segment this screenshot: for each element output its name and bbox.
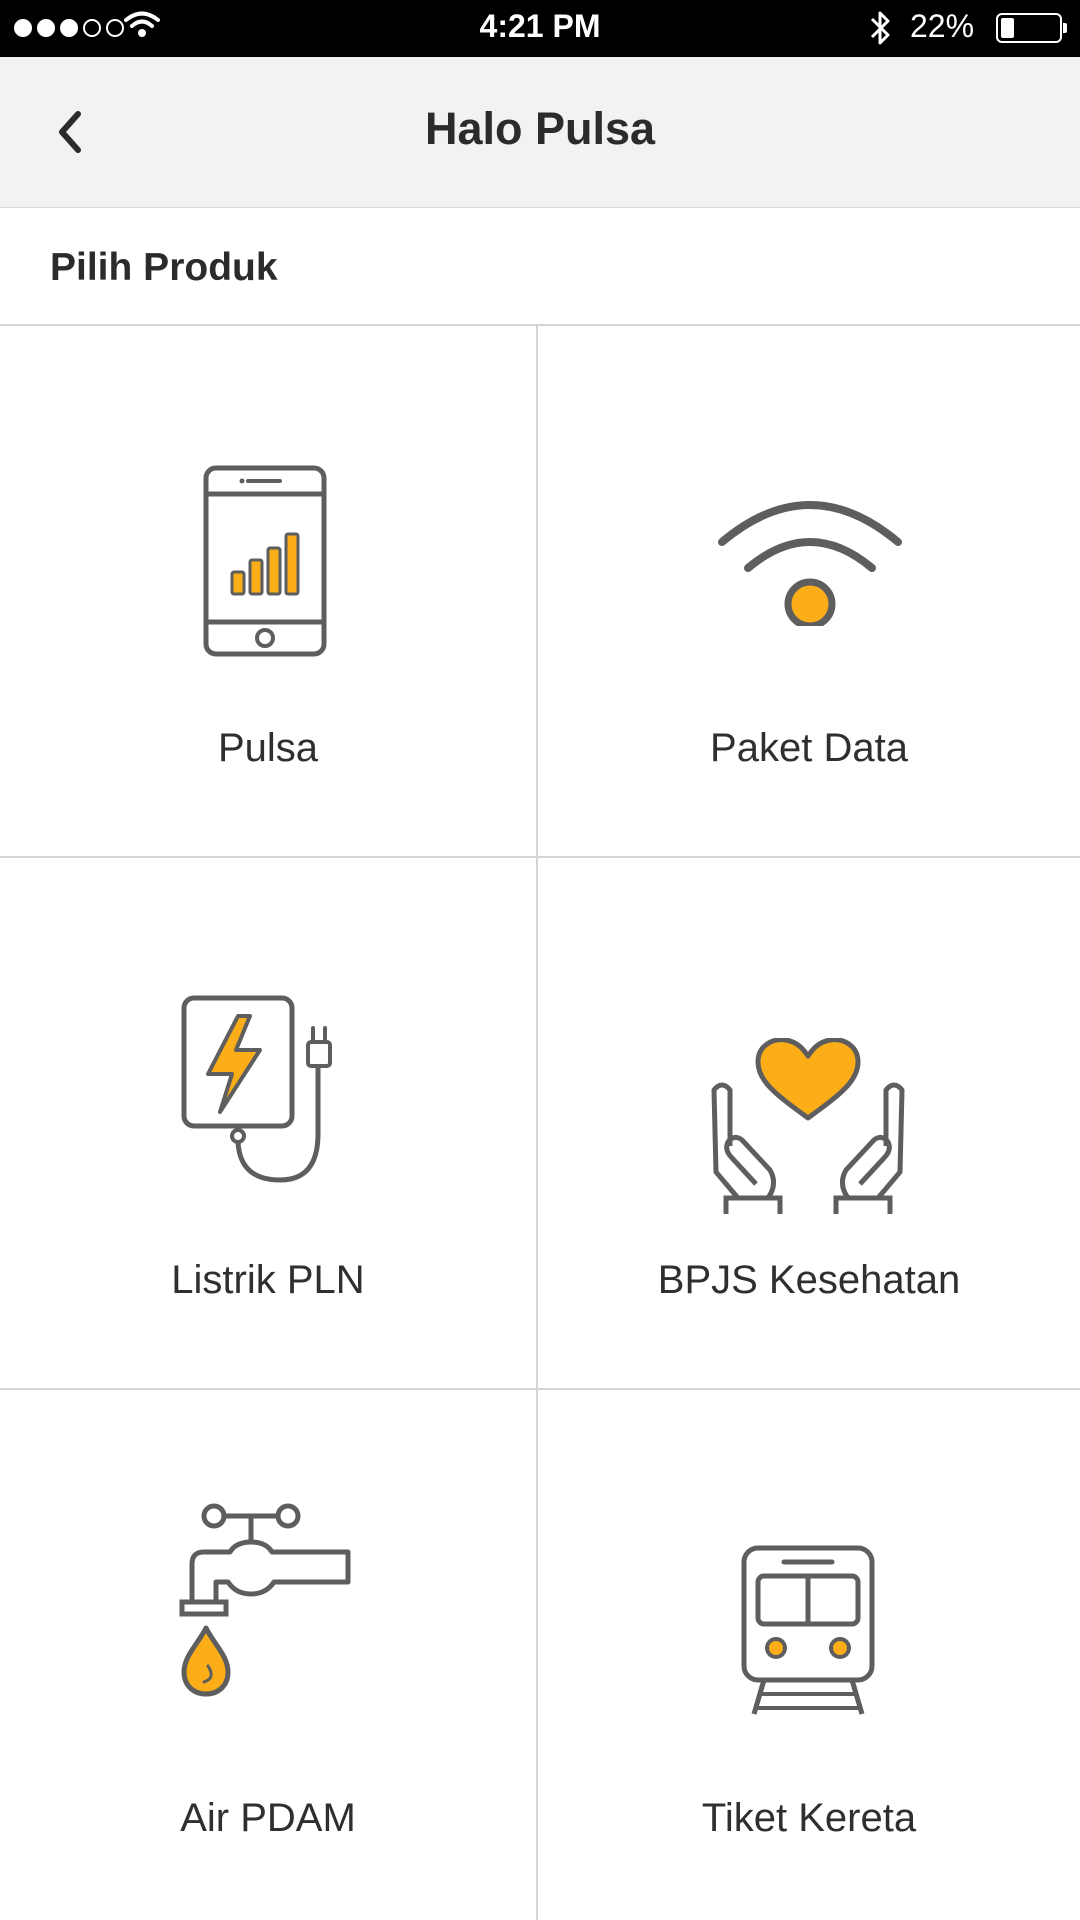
train-icon: [741, 1545, 875, 1715]
product-tile-bpjs-kesehatan[interactable]: BPJS Kesehatan: [536, 858, 1080, 1390]
product-tile-air-pdam[interactable]: Air PDAM: [0, 1390, 536, 1920]
product-label: Pulsa: [217, 726, 319, 770]
battery-icon: [996, 13, 1067, 43]
heart-hands-icon: [711, 1038, 905, 1214]
product-label: Paket Data: [710, 726, 908, 770]
wifi-icon: [718, 501, 902, 626]
product-tile-tiket-kereta[interactable]: Tiket Kereta: [536, 1390, 1080, 1920]
product-label: Tiket Kereta: [701, 1796, 917, 1840]
phone-signal-icon: [203, 465, 327, 657]
page-title: Halo Pulsa: [424, 103, 656, 154]
bluetooth-icon: [870, 11, 890, 45]
electric-plug-icon: [181, 995, 332, 1183]
product-tile-pulsa[interactable]: Pulsa: [0, 326, 536, 858]
product-tile-paket-data[interactable]: Paket Data: [536, 326, 1080, 858]
product-label: BPJS Kesehatan: [657, 1258, 961, 1302]
battery-percentage: 22%: [910, 8, 975, 44]
product-label: Air PDAM: [180, 1796, 356, 1840]
product-label: Listrik PLN: [171, 1258, 365, 1302]
section-title: Pilih Produk: [50, 246, 278, 289]
product-tile-listrik-pln[interactable]: Listrik PLN: [0, 858, 536, 1390]
product-grid: Pulsa Paket Data Listrik PLN BPJS Keseha…: [0, 326, 1080, 1920]
water-tap-icon: [179, 1503, 351, 1697]
section-header: Pilih Produk: [0, 208, 1080, 326]
navigation-bar: Halo Pulsa: [0, 57, 1080, 208]
status-bar: 4:21 PM 22%: [0, 0, 1080, 57]
